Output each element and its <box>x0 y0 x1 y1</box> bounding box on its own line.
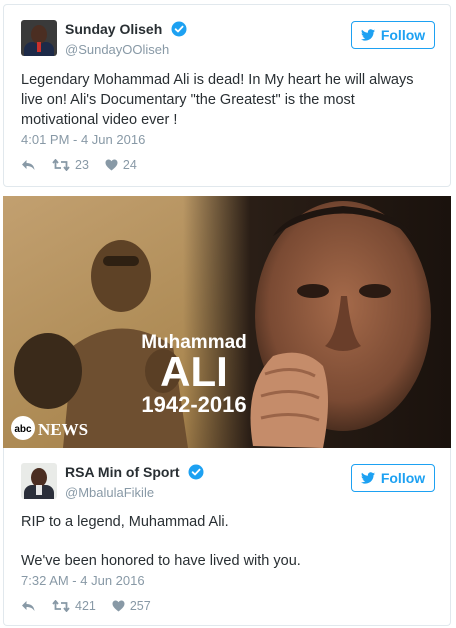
author-handle[interactable]: @SundayOOliseh <box>65 42 187 57</box>
like-count: 257 <box>129 599 151 613</box>
author-info[interactable]: RSA Min of Sport @MbalulaFikile <box>65 463 204 500</box>
avatar[interactable] <box>21 463 57 499</box>
reply-button[interactable] <box>21 600 36 612</box>
abc-news-logo: abc NEWS <box>11 416 88 440</box>
reply-icon <box>22 601 35 611</box>
follow-button[interactable]: Follow <box>351 464 435 492</box>
author-display-name[interactable]: RSA Min of Sport <box>65 464 180 480</box>
twitter-bird-icon <box>360 29 375 41</box>
retweet-icon <box>52 159 70 171</box>
retweet-icon <box>52 600 70 612</box>
retweet-count: 23 <box>75 158 89 172</box>
tweet-text-line-2: We've been honored to have lived with yo… <box>21 553 301 569</box>
muhammad-ali-tribute-graphic: Muhammad ALI 1942-2016 abc NEWS <box>3 196 451 448</box>
tweet-card: RSA Min of Sport @MbalulaFikile Follow R… <box>3 448 451 626</box>
follow-label: Follow <box>380 470 426 486</box>
reply-button[interactable] <box>21 159 36 171</box>
tweet-media-image[interactable]: Muhammad ALI 1942-2016 abc NEWS <box>3 196 451 448</box>
avatar[interactable] <box>21 20 57 56</box>
like-count: 24 <box>122 158 137 172</box>
heart-icon <box>112 600 125 612</box>
tweet-text: Legendary Mohammad Ali is dead! In My he… <box>21 72 414 128</box>
author-display-name[interactable]: Sunday Oliseh <box>65 21 162 37</box>
follow-label: Follow <box>380 27 426 43</box>
retweet-button[interactable]: 23 <box>52 158 89 172</box>
follow-button[interactable]: Follow <box>351 21 435 49</box>
retweet-button[interactable]: 421 <box>52 599 96 613</box>
image-years: 1942-2016 <box>141 392 246 417</box>
retweet-count: 421 <box>75 599 96 613</box>
like-button[interactable]: 24 <box>105 158 137 172</box>
network-name: NEWS <box>38 420 88 439</box>
twitter-bird-icon <box>360 472 375 484</box>
heart-icon <box>105 159 118 171</box>
tweet-timestamp[interactable]: 7:32 AM - 4 Jun 2016 <box>21 573 145 588</box>
network-logo-text: abc <box>14 424 32 435</box>
tweet-actions: 421 257 <box>21 598 167 614</box>
verified-badge-icon <box>188 464 204 480</box>
verified-badge-icon <box>171 21 187 37</box>
tweet-text-line-1: RIP to a legend, Muhammad Ali. <box>21 514 229 530</box>
image-title-last-name: ALI <box>160 348 228 395</box>
tweet-timestamp[interactable]: 4:01 PM - 4 Jun 2016 <box>21 132 145 147</box>
tweet-actions: 23 24 <box>21 157 153 173</box>
like-button[interactable]: 257 <box>112 599 151 613</box>
author-info[interactable]: Sunday Oliseh @SundayOOliseh <box>65 20 187 57</box>
reply-icon <box>22 160 35 170</box>
tweet-card: Sunday Oliseh @SundayOOliseh Follow Lege… <box>3 4 451 187</box>
author-handle[interactable]: @MbalulaFikile <box>65 485 204 500</box>
